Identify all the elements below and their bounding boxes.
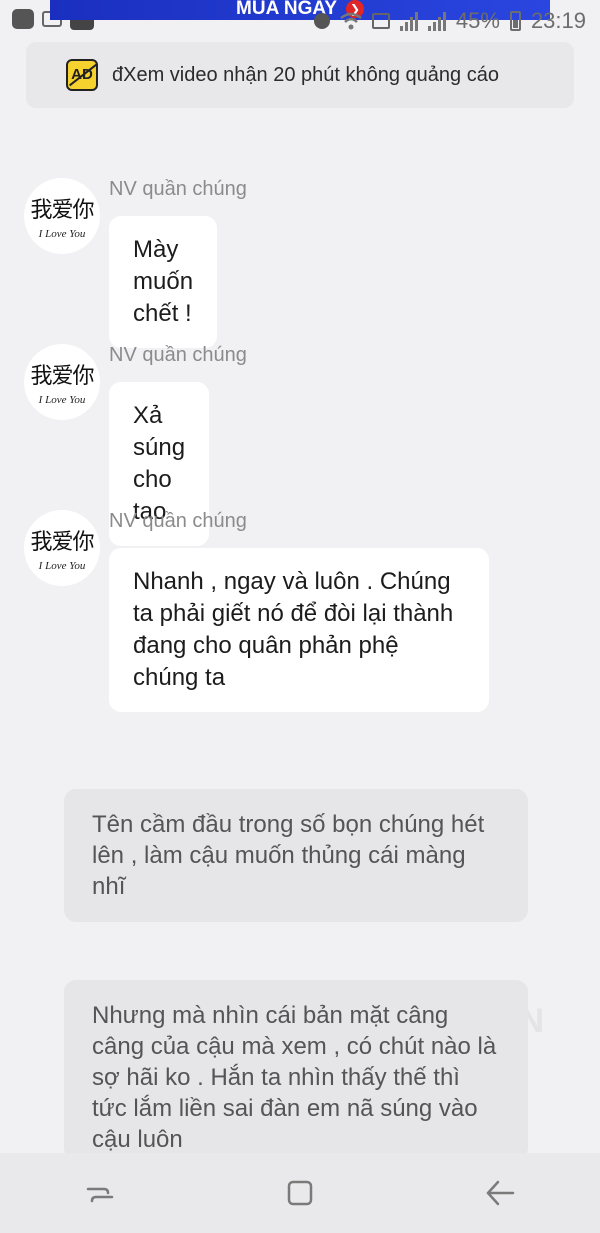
- hd-icon: [371, 13, 390, 29]
- avatar[interactable]: 我爱你 I Love You: [24, 344, 100, 420]
- back-button[interactable]: [470, 1163, 530, 1223]
- avatar-english-text: I Love You: [38, 228, 86, 240]
- system-status: 45% 23:19: [313, 8, 586, 34]
- avatar-english-text: I Love You: [38, 560, 86, 572]
- sender-name: NV quần chúng: [109, 344, 247, 366]
- signal-icon: [399, 11, 418, 31]
- signal-icon-2: [427, 11, 446, 31]
- sender-name: NV quần chúng: [109, 178, 247, 200]
- ad-free-video-card[interactable]: AD đXem video nhận 20 phút không quảng c…: [26, 42, 574, 108]
- ad-block-icon: AD: [66, 59, 98, 91]
- back-icon: [486, 1180, 515, 1206]
- wifi-icon: [340, 12, 362, 30]
- narration-bubble: Nhưng mà nhìn cái bản mặt câng câng của …: [64, 980, 528, 1160]
- narration-bubble: Tên cầm đầu trong số bọn chúng hét lên ,…: [64, 789, 528, 922]
- sender-name: NV quần chúng: [109, 510, 247, 532]
- avatar[interactable]: 我爱你 I Love You: [24, 178, 100, 254]
- message-bubble: Mày muốn chết !: [109, 216, 218, 348]
- clock: 23:19: [530, 8, 586, 33]
- ad-card-text: đXem video nhận 20 phút không quảng cáo: [112, 63, 499, 86]
- home-button[interactable]: [270, 1163, 330, 1223]
- system-nav-bar: [0, 1153, 600, 1233]
- battery-icon: [509, 11, 521, 31]
- home-icon: [287, 1180, 313, 1206]
- avatar[interactable]: 我爱你 I Love You: [24, 510, 100, 586]
- battery-percent: 45%: [455, 8, 500, 33]
- alarm-icon: [313, 13, 330, 29]
- status-bar: MUA NGAY ❯ 45% 23:19: [0, 0, 600, 40]
- message-bubble: Nhanh , ngay và luôn . Chúng ta phải giế…: [109, 548, 489, 712]
- avatar-english-text: I Love You: [38, 394, 86, 406]
- app-notification-icon: [12, 9, 34, 29]
- avatar-chinese-text: 我爱你: [30, 364, 94, 389]
- avatar-chinese-text: 我爱你: [30, 198, 94, 223]
- recents-icon: [86, 1187, 114, 1203]
- avatar-chinese-text: 我爱你: [30, 530, 94, 555]
- recents-button[interactable]: [70, 1163, 130, 1223]
